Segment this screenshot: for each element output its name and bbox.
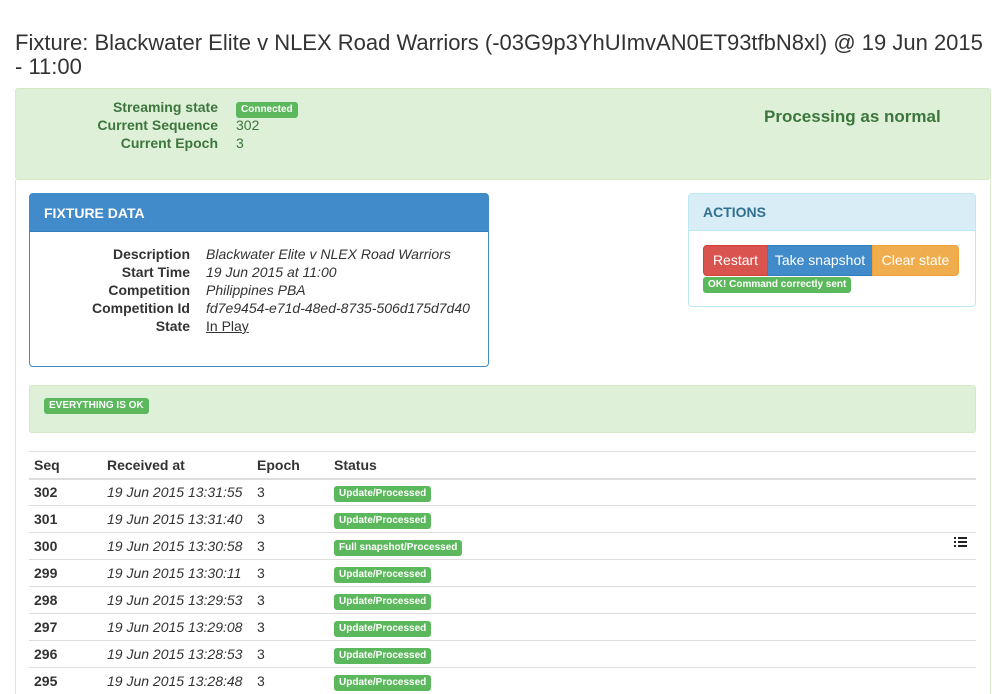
status-badge: Update/Processed <box>334 620 432 637</box>
seq-cell: 296 <box>29 640 102 668</box>
epoch-cell: 3 <box>252 532 329 560</box>
received-at-cell: 19 Jun 2015 13:28:53 <box>102 640 252 668</box>
column-header-received-at: Received at <box>102 451 252 480</box>
received-at-cell: 19 Jun 2015 13:30:58 <box>102 532 252 560</box>
streaming-state-badge: Connected <box>236 99 298 118</box>
seq-cell: 298 <box>29 586 102 614</box>
table-row: 301 19 Jun 2015 13:31:40 3 Update/Processed <box>29 505 976 533</box>
seq-cell: 300 <box>29 532 102 560</box>
column-header-seq: Seq <box>29 451 102 480</box>
everything-ok-badge: EVERYTHING IS OK <box>44 398 149 414</box>
fixture-row-competition-id: Competition Id fd7e9454-e71d-48ed-8735-5… <box>30 299 490 317</box>
streaming-status-panel: Streaming state Connected Current Sequen… <box>15 88 991 180</box>
received-at-cell: 19 Jun 2015 13:29:08 <box>102 613 252 641</box>
status-cell: Update/Processed <box>329 505 976 533</box>
table-row: 299 19 Jun 2015 13:30:11 3 Update/Processed <box>29 559 976 587</box>
sequence-table: Seq Received at Epoch Status 302 19 Jun 2… <box>29 451 976 694</box>
status-badge: Update/Processed <box>334 485 432 502</box>
health-panel: EVERYTHING IS OK <box>29 385 976 433</box>
fixture-value: 19 Jun 2015 at 11:00 <box>206 264 337 280</box>
received-at-cell: 19 Jun 2015 13:31:40 <box>102 505 252 533</box>
fixture-row-start-time: Start Time 19 Jun 2015 at 11:00 <box>30 263 490 281</box>
fixture-value: Blackwater Elite v NLEX Road Warriors <box>206 246 451 262</box>
fixture-row-description: Description Blackwater Elite v NLEX Road… <box>30 245 490 263</box>
seq-cell: 302 <box>29 478 102 506</box>
restart-button[interactable]: Restart <box>703 245 768 276</box>
fixture-label: Competition Id <box>92 300 190 316</box>
received-at-cell: 19 Jun 2015 13:31:55 <box>102 478 252 506</box>
table-header-row: Seq Received at Epoch Status <box>29 451 976 480</box>
table-row: 300 19 Jun 2015 13:30:58 3 Full snapshot/Pr… <box>29 532 976 560</box>
epoch-cell: 3 <box>252 478 329 506</box>
epoch-cell: 3 <box>252 667 329 694</box>
epoch-cell: 3 <box>252 640 329 668</box>
status-cell: Update/Processed <box>329 586 976 614</box>
table-row: 297 19 Jun 2015 13:29:08 3 Update/Processed <box>29 613 976 641</box>
table-row: 298 19 Jun 2015 13:29:53 3 Update/Processed <box>29 586 976 614</box>
table-row: 295 19 Jun 2015 13:28:48 3 Update/Processed <box>29 667 976 694</box>
table-row: 302 19 Jun 2015 13:31:55 3 Update/Processed <box>29 478 976 506</box>
column-header-epoch: Epoch <box>252 451 329 480</box>
fixture-label: Competition <box>108 282 190 298</box>
status-badge: Update/Processed <box>334 674 432 691</box>
seq-cell: 301 <box>29 505 102 533</box>
status-badge: Update/Processed <box>334 512 432 529</box>
fixture-row-competition: Competition Philippines PBA <box>30 281 490 299</box>
status-cell: Update/Processed <box>329 559 976 587</box>
streaming-state-label: Streaming state <box>112 99 218 115</box>
column-header-status: Status <box>329 451 976 480</box>
status-cell: Update/Processed <box>329 640 976 668</box>
status-cell: Update/Processed <box>329 667 976 694</box>
table-row: 296 19 Jun 2015 13:28:53 3 Update/Processed <box>29 640 976 668</box>
status-badge: Update/Processed <box>334 566 432 583</box>
fixture-row-state: State In Play <box>30 317 490 335</box>
fixture-data-panel: FIXTURE DATA Description Blackwater Elit… <box>29 193 489 367</box>
actions-header: ACTIONS <box>689 194 975 231</box>
state-link[interactable]: In Play <box>206 317 249 335</box>
actions-panel: ACTIONS Restart Take snapshot Clear stat… <box>688 193 976 307</box>
seq-cell: 299 <box>29 559 102 587</box>
received-at-cell: 19 Jun 2015 13:28:48 <box>102 667 252 694</box>
epoch-cell: 3 <box>252 559 329 587</box>
processing-status: Processing as normal <box>764 107 941 126</box>
status-badge: Update/Processed <box>334 647 432 664</box>
seq-cell: 297 <box>29 613 102 641</box>
fixture-value: fd7e9454-e71d-48ed-8735-506d175d7d40 <box>206 300 470 316</box>
current-epoch-label: Current Epoch <box>120 135 218 151</box>
status-cell: Update/Processed <box>329 613 976 641</box>
epoch-cell: 3 <box>252 586 329 614</box>
current-sequence-value: 302 <box>236 117 260 133</box>
fixture-label: Start Time <box>121 264 190 280</box>
list-icon[interactable] <box>954 536 967 548</box>
seq-cell: 295 <box>29 667 102 694</box>
received-at-cell: 19 Jun 2015 13:29:53 <box>102 586 252 614</box>
epoch-cell: 3 <box>252 505 329 533</box>
clear-state-button[interactable]: Clear state <box>872 245 959 276</box>
page-title: Fixture: Blackwater Elite v NLEX Road Wa… <box>15 30 983 79</box>
epoch-cell: 3 <box>252 613 329 641</box>
status-cell: Full snapshot/Processed <box>329 532 976 560</box>
fixture-data-header: FIXTURE DATA <box>30 194 488 232</box>
current-sequence-label: Current Sequence <box>97 117 218 133</box>
fixture-label: State <box>155 318 190 334</box>
command-status-badge: OK! Command correctly sent <box>703 277 852 293</box>
status-badge: Update/Processed <box>334 593 432 610</box>
current-epoch-value: 3 <box>236 135 244 151</box>
connected-badge: Connected <box>236 102 298 118</box>
fixture-label: Description <box>112 246 190 262</box>
received-at-cell: 19 Jun 2015 13:30:11 <box>102 559 252 587</box>
status-badge: Full snapshot/Processed <box>334 539 463 556</box>
take-snapshot-button[interactable]: Take snapshot <box>767 245 873 276</box>
fixture-value: Philippines PBA <box>206 282 306 298</box>
status-cell: Update/Processed <box>329 478 976 506</box>
